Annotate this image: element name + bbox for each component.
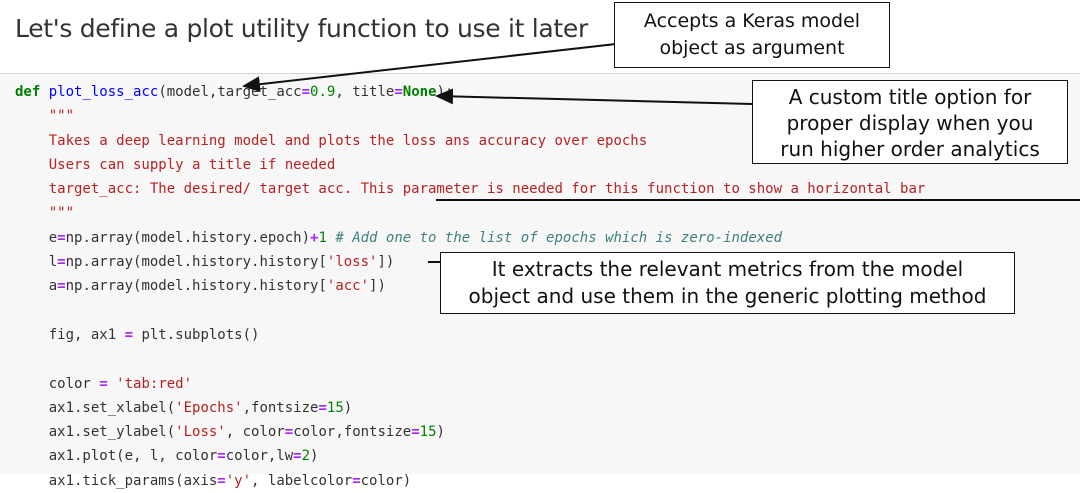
code-line-13: color = 'tab:red'	[15, 375, 193, 392]
callout-metrics-line-2: object and use them in the generic plott…	[468, 284, 987, 308]
callout-title-option-line-2: proper display when you	[786, 111, 1034, 135]
callout-title-option: A custom title option for proper display…	[752, 80, 1068, 164]
code-line-16: ax1.plot(e, l, color=color,lw=2)	[15, 448, 319, 465]
code-line-15: ax1.set_ylabel('Loss', color=color,fonts…	[15, 424, 445, 441]
callout-metrics: It extracts the relevant metrics from th…	[440, 252, 1015, 314]
callout-model-argument-line-1: Accepts a Keras model	[643, 10, 861, 32]
code-line-5: target_acc: The desired/ target acc. Thi…	[15, 181, 926, 198]
callout-title-option-line-1: A custom title option for	[788, 85, 1032, 109]
code-line-11: fig, ax1 = plt.subplots()	[15, 326, 260, 343]
code-line-7: e=np.array(model.history.epoch)+1 # Add …	[15, 229, 783, 246]
callout-model-argument: Accepts a Keras model object as argument	[614, 2, 890, 68]
code-line-17: ax1.tick_params(axis='y', labelcolor=col…	[15, 472, 412, 489]
code-line-14: ax1.set_xlabel('Epochs',fontsize=15)	[15, 399, 353, 416]
callout-metrics-line-1: It extracts the relevant metrics from th…	[491, 257, 964, 281]
code-line-6: """	[15, 205, 75, 222]
markdown-heading: Let's define a plot utility function to …	[15, 14, 588, 43]
callout-title-option-line-3: run higher order analytics	[780, 137, 1040, 161]
callout-model-argument-line-2: object as argument	[659, 37, 845, 59]
